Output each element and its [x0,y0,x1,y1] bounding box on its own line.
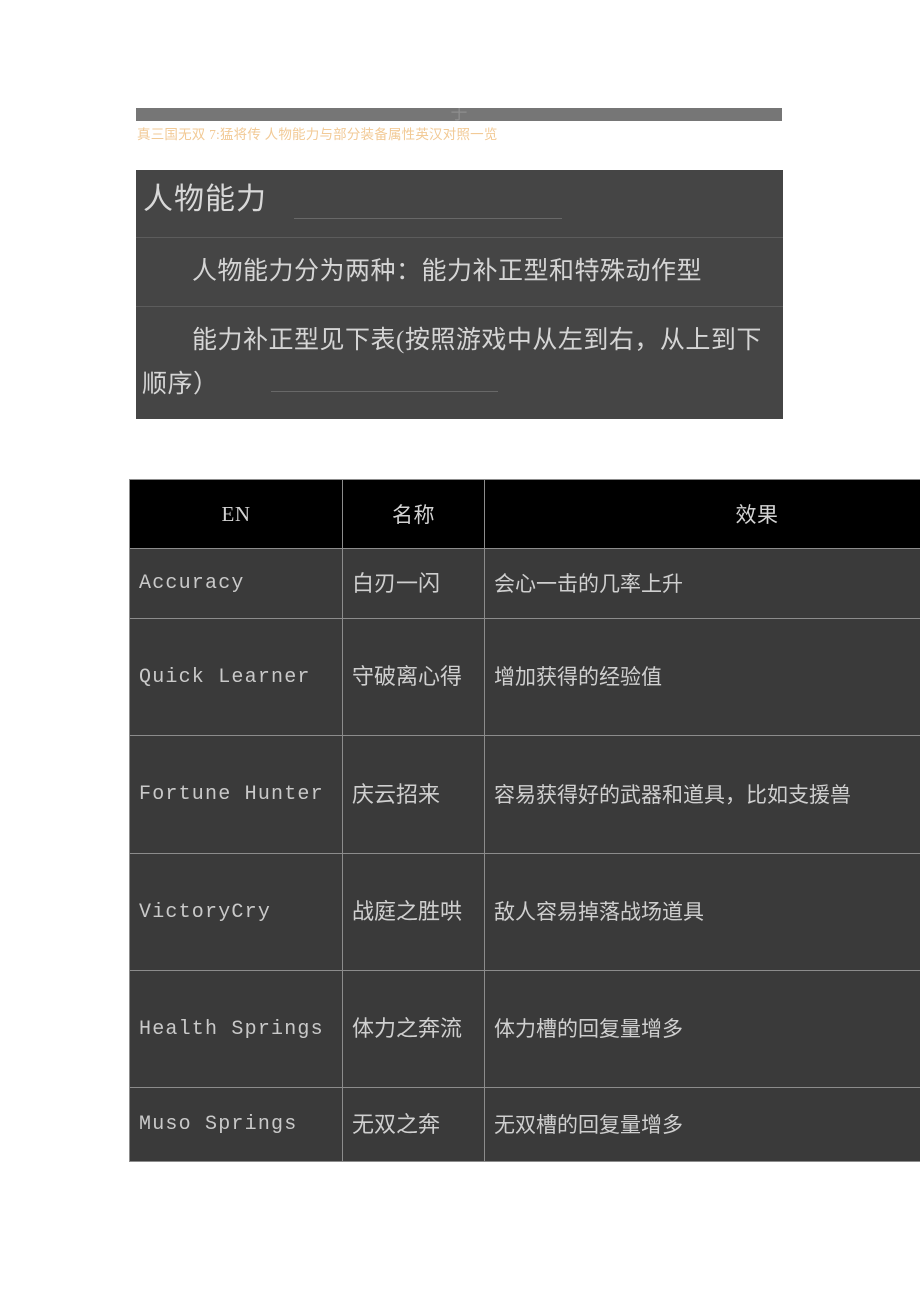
cell-en: Muso Springs [129,1087,343,1162]
ability-table: EN 名称 效果 Accuracy 白刃一闪 会心一击的几率上升 Quick L… [129,479,920,1162]
panel-paragraph-1: 人物能力分为两种：能力补正型和特殊动作型 [192,258,703,285]
cell-effect: 体力槽的回复量增多 [484,970,920,1088]
cell-en: Accuracy [129,548,343,619]
cell-effect: 无双槽的回复量增多 [484,1087,920,1162]
table-header-row: EN 名称 效果 [129,479,920,549]
panel-heading-block: 人物能力 [136,170,783,237]
heading-underline-rule [294,218,562,219]
cell-name: 体力之奔流 [342,970,485,1088]
table-row: Muso Springs 无双之奔 无双槽的回复量增多 [129,1087,920,1162]
cell-effect: 增加获得的经验值 [484,618,920,736]
panel-paragraph-block-1: 人物能力分为两种：能力补正型和特殊动作型 [136,237,783,392]
cell-effect: 敌人容易掉落战场道具 [484,853,920,971]
table-row: Health Springs 体力之奔流 体力槽的回复量增多 [129,970,920,1088]
top-bar-ghost-text: 于 [450,108,468,121]
cell-name: 白刃一闪 [342,548,485,619]
cell-en: Health Springs [129,970,343,1088]
panel-paragraph-block-2: 能力补正型见下表(按照游戏中从左到右，从上到下顺序） [136,306,783,579]
cell-name: 庆云招来 [342,735,485,854]
column-header-name: 名称 [342,479,485,549]
column-header-en: EN [129,479,343,549]
cell-name: 战庭之胜哄 [342,853,485,971]
cell-name: 守破离心得 [342,618,485,736]
cell-effect: 会心一击的几率上升 [484,548,920,619]
document-page: 于 真三国无双 7:猛将传 人物能力与部分装备属性英汉对照一览 人物能力 人物能… [0,0,920,1302]
top-gray-bar: 于 [136,108,782,121]
cell-en: VictoryCry [129,853,343,971]
ability-table-wrapper: EN 名称 效果 Accuracy 白刃一闪 会心一击的几率上升 Quick L… [129,479,920,1162]
info-panel: 人物能力 人物能力分为两种：能力补正型和特殊动作型 能力补正型见下表(按照游戏中… [136,170,783,579]
cell-en: Quick Learner [129,618,343,736]
panel-heading-text: 人物能力 [143,183,267,216]
cell-en: Fortune Hunter [129,735,343,854]
cell-name: 无双之奔 [342,1087,485,1162]
panel-paragraph-2: 能力补正型见下表(按照游戏中从左到右，从上到下顺序） [142,327,762,398]
column-header-effect: 效果 [484,479,920,549]
page-title: 真三国无双 7:猛将传 人物能力与部分装备属性英汉对照一览 [137,127,498,142]
table-row: Fortune Hunter 庆云招来 容易获得好的武器和道具，比如支援兽 [129,735,920,854]
table-row: VictoryCry 战庭之胜哄 敌人容易掉落战场道具 [129,853,920,971]
cell-effect: 容易获得好的武器和道具，比如支援兽 [484,735,920,854]
table-row: Accuracy 白刃一闪 会心一击的几率上升 [129,548,920,619]
table-row: Quick Learner 守破离心得 增加获得的经验值 [129,618,920,736]
